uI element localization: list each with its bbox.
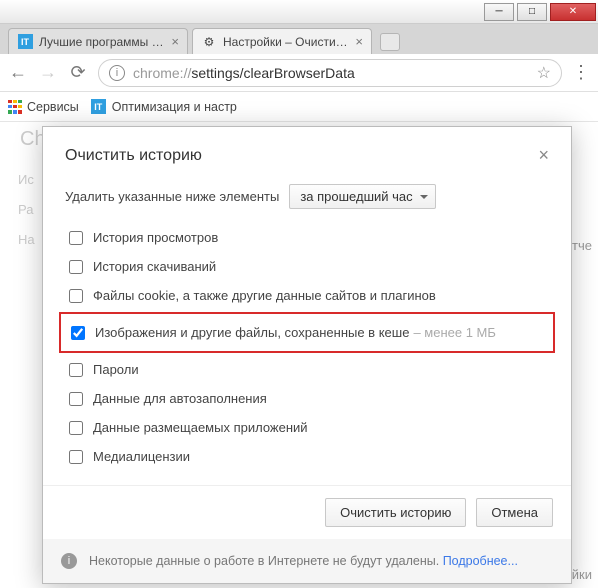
window-maximize-button[interactable]: □ (517, 3, 547, 21)
check-label: История просмотров (93, 230, 218, 245)
check-row-cache[interactable]: Изображения и другие файлы, сохраненные … (67, 318, 547, 347)
check-row-media-licenses[interactable]: Медиалицензии (65, 442, 549, 471)
bookmarks-bar: Сервисы IT Оптимизация и настр (0, 92, 598, 122)
dialog-title: Очистить историю (65, 147, 202, 165)
footnote-text: Некоторые данные о работе в Интернете не… (89, 554, 518, 568)
tab-close-icon[interactable]: × (171, 34, 179, 49)
learn-more-link[interactable]: Подробнее... (443, 554, 518, 568)
cache-size-suffix: – менее 1 МБ (413, 325, 495, 340)
forward-button[interactable]: → (38, 62, 58, 83)
clear-browsing-data-dialog: Очистить историю × Удалить указанные ниж… (42, 126, 572, 584)
check-row-cookies[interactable]: Файлы cookie, а также другие данные сайт… (65, 281, 549, 310)
check-row-autofill[interactable]: Данные для автозаполнения (65, 384, 549, 413)
time-range-dropdown[interactable]: за прошедший час (289, 184, 435, 209)
browser-menu-button[interactable]: ⋮ (572, 62, 590, 83)
check-label: Данные для автозаполнения (93, 391, 267, 406)
dialog-footer: Очистить историю Отмена (43, 485, 571, 539)
check-label: Данные размещаемых приложений (93, 420, 308, 435)
checkbox-media-licenses[interactable] (69, 450, 83, 464)
url-path: settings/clearBrowserData (191, 65, 354, 81)
checkbox-browsing-history[interactable] (69, 231, 83, 245)
bg-text-cut: Ра (18, 202, 33, 217)
new-tab-button[interactable] (380, 33, 400, 51)
tab-label: Лучшие программы для (39, 35, 165, 49)
tab-best-programs[interactable]: IT Лучшие программы для × (8, 28, 188, 54)
dialog-footnote: i Некоторые данные о работе в Интернете … (43, 539, 571, 583)
bookmark-label: Оптимизация и настр (112, 100, 237, 114)
window-titlebar: ─ □ ✕ (0, 0, 598, 24)
checkbox-cookies[interactable] (69, 289, 83, 303)
check-row-hosted-apps[interactable]: Данные размещаемых приложений (65, 413, 549, 442)
it-favicon-icon: IT (17, 34, 33, 50)
bookmark-item-optimization[interactable]: IT Оптимизация и настр (91, 99, 237, 114)
tab-close-icon[interactable]: × (355, 34, 363, 49)
gear-icon: ⚙ (201, 34, 217, 50)
highlighted-cache-row: Изображения и другие файлы, сохраненные … (59, 312, 555, 353)
reload-button[interactable]: ⟳ (68, 62, 88, 83)
it-favicon-icon: IT (91, 99, 106, 114)
apps-grid-icon (8, 100, 22, 114)
check-label: История скачиваний (93, 259, 216, 274)
check-label: Пароли (93, 362, 139, 377)
checkbox-autofill[interactable] (69, 392, 83, 406)
checkbox-download-history[interactable] (69, 260, 83, 274)
bg-text-cut: На (18, 232, 35, 247)
apps-shortcut[interactable]: Сервисы (8, 100, 79, 114)
dialog-close-button[interactable]: × (538, 145, 549, 166)
check-row-downloads[interactable]: История скачиваний (65, 252, 549, 281)
checkbox-cached-images[interactable] (71, 326, 85, 340)
window-minimize-button[interactable]: ─ (484, 3, 514, 21)
apps-label: Сервисы (27, 100, 79, 114)
intro-text: Удалить указанные ниже элементы (65, 189, 279, 204)
tab-strip: IT Лучшие программы для × ⚙ Настройки – … (0, 24, 598, 54)
tab-settings-clear[interactable]: ⚙ Настройки – Очистить и × (192, 28, 372, 54)
info-icon: i (61, 553, 77, 569)
dialog-body: Удалить указанные ниже элементы за проше… (43, 178, 571, 485)
check-label: Файлы cookie, а также другие данные сайт… (93, 288, 436, 303)
check-row-passwords[interactable]: Пароли (65, 355, 549, 384)
url-protocol: chrome:// (133, 65, 191, 81)
checkbox-passwords[interactable] (69, 363, 83, 377)
checkbox-hosted-apps[interactable] (69, 421, 83, 435)
dialog-header: Очистить историю × (43, 127, 571, 178)
clear-data-button[interactable]: Очистить историю (325, 498, 466, 527)
check-label: Медиалицензии (93, 449, 190, 464)
bookmark-star-icon[interactable]: ☆ (537, 63, 551, 83)
browser-toolbar: ← → ⟳ i chrome://settings/clearBrowserDa… (0, 54, 598, 92)
back-button[interactable]: ← (8, 62, 28, 83)
check-row-history[interactable]: История просмотров (65, 223, 549, 252)
page-content: Ch Ис Ра На и отче тройки Очистить истор… (0, 122, 598, 588)
bg-text-cut: Ис (18, 172, 34, 187)
site-info-icon[interactable]: i (109, 65, 125, 81)
address-bar[interactable]: i chrome://settings/clearBrowserData ☆ (98, 59, 562, 87)
tab-label: Настройки – Очистить и (223, 35, 349, 49)
time-range-row: Удалить указанные ниже элементы за проше… (65, 184, 549, 209)
window-close-button[interactable]: ✕ (550, 3, 596, 21)
check-label: Изображения и другие файлы, сохраненные … (95, 325, 409, 340)
cancel-button[interactable]: Отмена (476, 498, 553, 527)
